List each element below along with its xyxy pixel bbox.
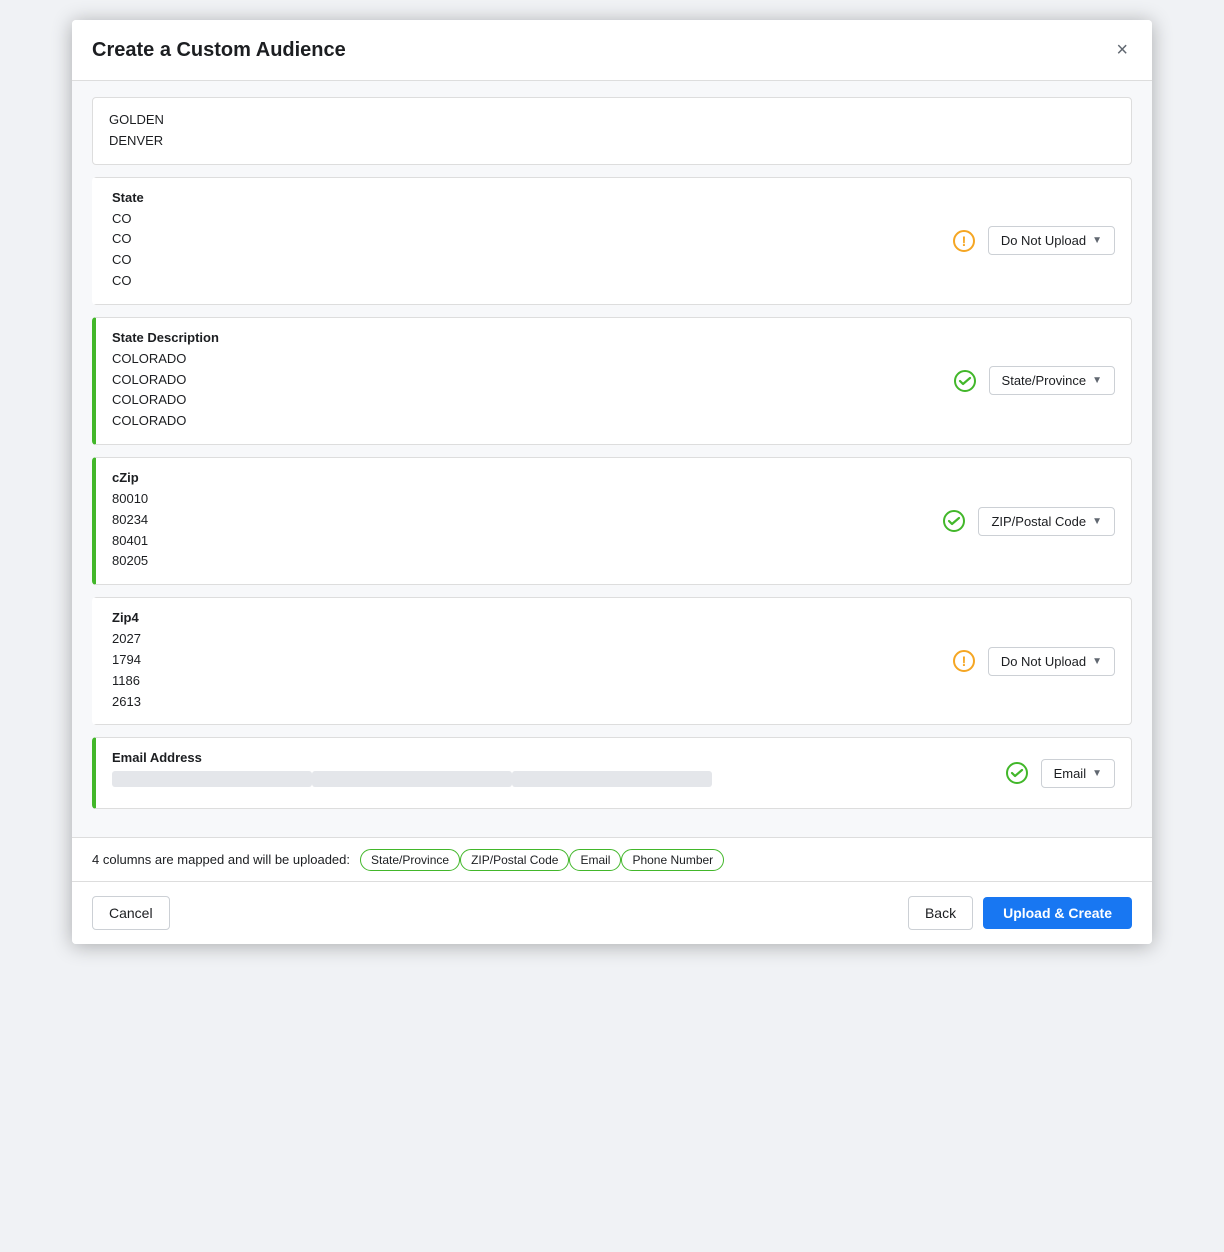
field-actions-state_description: State/Province ▼ — [937, 354, 1131, 407]
field-data-zip4: 2027179411862613 — [112, 629, 920, 712]
field-row-email_address: Email Address Email ▼ — [92, 737, 1132, 809]
mapped-columns-footer: 4 columns are mapped and will be uploade… — [72, 837, 1152, 881]
field-dropdown-zip4[interactable]: Do Not Upload ▼ — [988, 647, 1115, 676]
mapped-tag-3: Phone Number — [621, 849, 724, 871]
field-label-state: State — [112, 190, 920, 205]
right-actions: Back Upload & Create — [908, 896, 1132, 930]
modal-body: GOLDEN DENVER State COCOCOCO ! Do Not Up… — [72, 81, 1152, 837]
status-icon-czip — [942, 509, 966, 533]
field-data-state: COCOCOCO — [112, 209, 920, 292]
chevron-down-icon: ▼ — [1092, 516, 1102, 527]
field-row-zip4: Zip4 2027179411862613 ! Do Not Upload ▼ — [92, 597, 1132, 725]
status-icon-state: ! — [952, 229, 976, 253]
field-content-state: State COCOCOCO — [96, 178, 936, 304]
field-content-email_address: Email Address — [96, 738, 989, 808]
chevron-down-icon: ▼ — [1092, 768, 1102, 779]
field-label-email_address: Email Address — [112, 750, 973, 765]
field-actions-state: ! Do Not Upload ▼ — [936, 214, 1131, 267]
field-label-state_description: State Description — [112, 330, 921, 345]
field-dropdown-state[interactable]: Do Not Upload ▼ — [988, 226, 1115, 255]
close-button[interactable]: × — [1112, 36, 1132, 64]
field-content-czip: cZip 80010802348040180205 — [96, 458, 926, 584]
top-data-item-golden: GOLDEN — [109, 110, 1115, 131]
mapped-tag-1: ZIP/Postal Code — [460, 849, 569, 871]
chevron-down-icon: ▼ — [1092, 375, 1102, 386]
modal-header: Create a Custom Audience × — [72, 20, 1152, 81]
cancel-button[interactable]: Cancel — [92, 896, 170, 930]
chevron-down-icon: ▼ — [1092, 235, 1102, 246]
top-data-item-denver: DENVER — [109, 131, 1115, 152]
field-actions-czip: ZIP/Postal Code ▼ — [926, 495, 1131, 548]
field-data-czip: 80010802348040180205 — [112, 489, 910, 572]
fields-container: State COCOCOCO ! Do Not Upload ▼ State D… — [92, 177, 1132, 810]
field-dropdown-label-czip: ZIP/Postal Code — [991, 514, 1086, 529]
upload-create-button[interactable]: Upload & Create — [983, 897, 1132, 929]
status-icon-zip4: ! — [952, 649, 976, 673]
create-custom-audience-modal: Create a Custom Audience × GOLDEN DENVER… — [72, 20, 1152, 944]
field-dropdown-czip[interactable]: ZIP/Postal Code ▼ — [978, 507, 1115, 536]
field-actions-zip4: ! Do Not Upload ▼ — [936, 635, 1131, 688]
svg-text:!: ! — [961, 233, 966, 249]
field-dropdown-state_description[interactable]: State/Province ▼ — [989, 366, 1115, 395]
mapped-tag-2: Email — [569, 849, 621, 871]
status-icon-email_address — [1005, 761, 1029, 785]
field-row-state_description: State Description COLORADOCOLORADOCOLORA… — [92, 317, 1132, 445]
field-dropdown-label-state: Do Not Upload — [1001, 233, 1086, 248]
mapped-tag-0: State/Province — [360, 849, 460, 871]
chevron-down-icon: ▼ — [1092, 656, 1102, 667]
status-icon-state_description — [953, 369, 977, 393]
field-label-czip: cZip — [112, 470, 910, 485]
mapped-text: 4 columns are mapped and will be uploade… — [92, 852, 350, 867]
field-content-zip4: Zip4 2027179411862613 — [96, 598, 936, 724]
field-data-state_description: COLORADOCOLORADOCOLORADOCOLORADO — [112, 349, 921, 432]
top-data-box: GOLDEN DENVER — [92, 97, 1132, 165]
field-dropdown-label-state_description: State/Province — [1002, 373, 1087, 388]
field-content-state_description: State Description COLORADOCOLORADOCOLORA… — [96, 318, 937, 444]
back-button[interactable]: Back — [908, 896, 973, 930]
field-row-state: State COCOCOCO ! Do Not Upload ▼ — [92, 177, 1132, 305]
svg-text:!: ! — [961, 653, 966, 669]
action-footer: Cancel Back Upload & Create — [72, 881, 1152, 944]
tags-container: State/ProvinceZIP/Postal CodeEmailPhone … — [360, 852, 724, 867]
field-dropdown-email_address[interactable]: Email ▼ — [1041, 759, 1115, 788]
modal-title: Create a Custom Audience — [92, 39, 346, 62]
field-data-email_address — [112, 769, 973, 796]
field-dropdown-label-email_address: Email — [1054, 766, 1087, 781]
field-row-czip: cZip 80010802348040180205 ZIP/Postal Cod… — [92, 457, 1132, 585]
field-actions-email_address: Email ▼ — [989, 747, 1131, 800]
field-dropdown-label-zip4: Do Not Upload — [1001, 654, 1086, 669]
field-label-zip4: Zip4 — [112, 610, 920, 625]
